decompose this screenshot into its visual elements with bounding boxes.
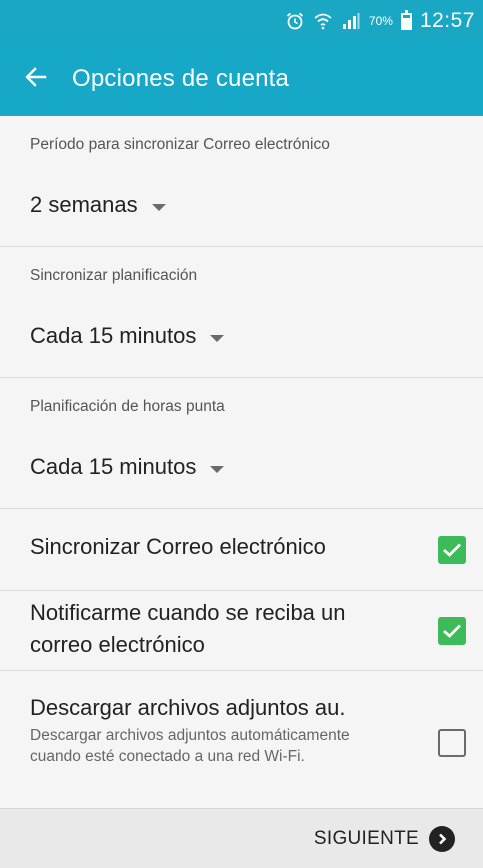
sync-schedule-setting: Sincronizar planificación Cada 15 minuto… (0, 247, 483, 378)
arrow-left-icon (25, 66, 47, 92)
signal-icon (341, 12, 361, 30)
sync-period-setting: Período para sincronizar Correo electrón… (0, 116, 483, 247)
dropdown-caret-icon (210, 465, 225, 473)
app-bar: Opciones de cuenta (0, 42, 483, 116)
battery-icon (400, 9, 412, 30)
download-attachments-setting[interactable]: Descargar archivos adjuntos au. Descarga… (0, 671, 483, 814)
next-label: SIGUIENTE (313, 827, 419, 849)
notify-email-setting[interactable]: Notificarme cuando se reciba un correo e… (0, 591, 483, 671)
dropdown-caret-icon (151, 203, 166, 211)
wifi-icon (313, 11, 333, 31)
download-attachments-title: Descargar archivos adjuntos au. (30, 695, 346, 720)
status-bar: 70% 12:57 (0, 0, 483, 42)
account-options-screen: 70% 12:57 Opciones de cuenta Período par… (0, 0, 483, 868)
footer-bar: SIGUIENTE (0, 808, 483, 868)
settings-list: Período para sincronizar Correo electrón… (0, 116, 483, 814)
peak-schedule-setting: Planificación de horas punta Cada 15 min… (0, 378, 483, 509)
sync-period-dropdown[interactable]: 2 semanas (30, 192, 166, 218)
peak-schedule-value: Cada 15 minutos (30, 454, 197, 479)
notify-email-checkbox[interactable] (438, 616, 466, 645)
page-title: Opciones de cuenta (72, 65, 290, 92)
sync-email-setting[interactable]: Sincronizar Correo electrónico (0, 509, 483, 591)
battery-percent: 70% (368, 14, 393, 28)
peak-schedule-label: Planificación de horas punta (30, 398, 225, 415)
dropdown-caret-icon (210, 334, 225, 342)
sync-email-checkbox[interactable] (438, 535, 466, 564)
checkmark-icon (443, 543, 461, 557)
sync-period-label: Período para sincronizar Correo electrón… (30, 136, 330, 153)
sync-schedule-dropdown[interactable]: Cada 15 minutos (30, 323, 225, 349)
chevron-right-circle-icon (429, 825, 455, 852)
checkmark-icon (443, 624, 461, 638)
sync-period-value: 2 semanas (30, 192, 138, 217)
notify-email-title: Notificarme cuando se reciba un correo e… (30, 600, 346, 657)
alarm-icon (285, 11, 305, 31)
status-time: 12:57 (419, 9, 475, 32)
sync-schedule-label: Sincronizar planificación (30, 267, 198, 284)
next-button[interactable]: SIGUIENTE (313, 825, 455, 852)
download-attachments-subtitle: Descargar archivos adjuntos automáticame… (30, 727, 350, 765)
sync-schedule-value: Cada 15 minutos (30, 323, 197, 348)
back-button[interactable] (0, 42, 72, 116)
download-attachments-checkbox[interactable] (438, 728, 466, 757)
sync-email-title: Sincronizar Correo electrónico (30, 534, 326, 559)
peak-schedule-dropdown[interactable]: Cada 15 minutos (30, 454, 225, 480)
